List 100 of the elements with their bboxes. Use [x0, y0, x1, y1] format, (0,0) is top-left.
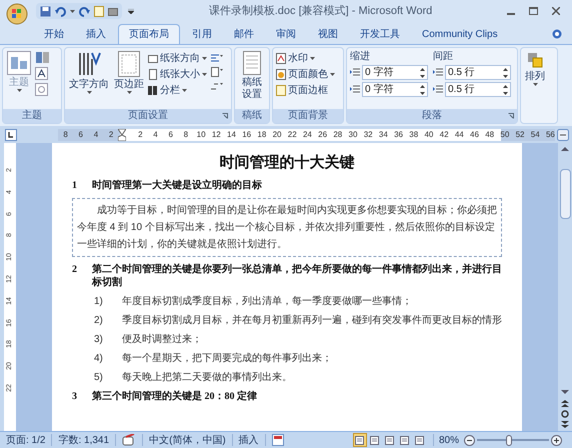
ribbon-tab[interactable]: 页面布局: [118, 24, 180, 44]
ribbon-tab[interactable]: 引用: [182, 24, 222, 44]
redo-icon[interactable]: [79, 6, 90, 16]
language-indicator[interactable]: 中文(简体，中国): [143, 432, 232, 448]
zoom-level[interactable]: 80%: [434, 432, 464, 448]
spin-field[interactable]: 0 字符: [362, 65, 428, 80]
ruler-number: 40: [423, 131, 434, 139]
customize-menu-icon[interactable]: [128, 8, 134, 14]
heading-number: 1: [72, 179, 78, 192]
indent-right-icon: [350, 84, 360, 94]
list-number: 4): [94, 352, 104, 365]
undo-icon[interactable]: [55, 6, 66, 16]
spin-arrows-icon[interactable]: [503, 68, 508, 78]
ruler-number: 32: [362, 131, 374, 139]
scroll-down-icon[interactable]: [560, 388, 570, 396]
ribbon-button[interactable]: 纸张大小: [148, 67, 207, 82]
word-count[interactable]: 字数: 1,341: [52, 432, 116, 448]
orientation-icon: [148, 53, 158, 64]
body-paragraph: 成功等于目标，时间管理的目的是让你在最短时间内实现更多你想要实现的目标；你必须把今年度 4 到 10 个目标写出来，找出一个核心目标，并依次排列重要性，然后依照你的目标设定一些详细的计划，你的关键就是依照计划进行。: [77, 204, 497, 252]
view-button[interactable]: [368, 433, 382, 447]
ribbon-button[interactable]: 纸张方向: [148, 51, 207, 66]
reading-layout-icon: [370, 436, 380, 444]
page-color-icon: [276, 69, 286, 80]
scroll-up-icon[interactable]: [560, 145, 570, 153]
theme-icon: [7, 51, 31, 75]
spin-field[interactable]: 0.5 行: [445, 82, 511, 97]
ribbon-button[interactable]: 水印: [276, 51, 335, 66]
slider-thumb[interactable]: [506, 434, 512, 446]
ribbon-button[interactable]: 页面边框: [276, 83, 335, 98]
ruler-number: 22: [286, 131, 298, 139]
ribbon-button[interactable]: 分栏: [148, 83, 207, 98]
ribbon-tab[interactable]: 视图: [308, 24, 348, 44]
spin-field[interactable]: 0.5 行: [445, 65, 511, 80]
spin-arrows-icon[interactable]: [420, 68, 425, 78]
list-number: 5): [94, 371, 104, 384]
indent-marker-icon[interactable]: [118, 129, 126, 141]
ruler-number: 8: [62, 131, 69, 139]
spin-arrows-icon[interactable]: [420, 84, 425, 94]
view-button[interactable]: [352, 433, 367, 447]
view-button[interactable]: [398, 433, 412, 447]
scrollbar-thumb[interactable]: [560, 169, 570, 219]
previous-page-icon[interactable]: [560, 399, 570, 407]
dialog-launcher-icon[interactable]: [508, 113, 514, 119]
ribbon-button[interactable]: 稿纸设置: [238, 51, 266, 101]
printer-icon[interactable]: [108, 6, 118, 16]
web-layout-icon: [385, 436, 394, 444]
ribbon-tab[interactable]: 开发工具: [350, 24, 410, 44]
zoom-out-icon[interactable]: [464, 434, 475, 446]
ruler-number: 54: [530, 131, 541, 139]
watermark-icon: [276, 53, 286, 64]
document-icon[interactable]: [94, 6, 104, 16]
text-box[interactable]: 成功等于目标，时间管理的目的是让你在最短时间内实现更多你想要实现的目标；你必须把今年度 4 到 10 个目标写出来，找出一个核心目标，并依次排列重要性，然后依照你的目标设定一些详细的计划，你的关键就是依照计划进行。: [72, 198, 502, 257]
ruler-number: 14: [226, 131, 237, 139]
line-numbers-icon[interactable]: [210, 67, 224, 77]
theme-colors-icon[interactable]: [35, 51, 51, 64]
ribbon-button[interactable]: 文字方向: [68, 51, 110, 94]
caret-icon: [202, 73, 207, 76]
tab-selector-icon[interactable]: [5, 129, 17, 141]
heading-number: 2: [72, 263, 78, 277]
ruler-number: 56: [544, 131, 556, 139]
ribbon-button[interactable]: 页面颜色: [276, 67, 335, 82]
insert-mode-indicator[interactable]: 插入: [232, 432, 265, 448]
ruler-number: 18: [256, 131, 268, 139]
caret-icon: [182, 89, 187, 92]
macro-record-icon[interactable]: [272, 434, 284, 446]
view-button[interactable]: [412, 433, 427, 447]
page-breaks-icon[interactable]: [210, 53, 224, 63]
zoom-slider[interactable]: [477, 434, 549, 446]
ribbon-button[interactable]: 页边距: [113, 51, 145, 94]
ribbon-tab[interactable]: 审阅: [266, 24, 306, 44]
help-icon[interactable]: [552, 29, 562, 39]
ribbon-tab[interactable]: 开始: [34, 24, 74, 44]
browse-object-icon[interactable]: [560, 410, 570, 418]
spacing-before-icon: [433, 68, 443, 78]
columns-icon: [148, 85, 158, 96]
draft-view-icon: [415, 436, 424, 444]
spin-arrows-icon[interactable]: [503, 84, 508, 94]
save-icon[interactable]: [40, 6, 51, 16]
ribbon-tab[interactable]: Community Clips: [412, 24, 508, 44]
indent-left-icon: [350, 68, 360, 78]
theme-fonts-icon[interactable]: [35, 67, 51, 80]
heading-number: 3: [72, 390, 78, 403]
section-label: 缩进: [350, 51, 371, 63]
spin-field[interactable]: 0 字符: [362, 82, 428, 97]
close-icon[interactable]: [552, 7, 560, 15]
ribbon-tab[interactable]: 邮件: [224, 24, 264, 44]
next-page-icon[interactable]: [560, 421, 570, 429]
maximize-icon[interactable]: [529, 7, 538, 15]
ruler-number: 16: [241, 131, 252, 139]
zoom-in-icon[interactable]: [551, 434, 562, 446]
caret-icon: [16, 89, 22, 92]
view-button[interactable]: [382, 433, 397, 447]
page-count[interactable]: 页面: 1/2: [0, 432, 52, 448]
group-label: 页面背景: [288, 111, 328, 121]
outline-view-icon: [400, 436, 410, 444]
group-label: 主题: [22, 111, 42, 121]
proofing-icon[interactable]: [122, 434, 136, 446]
ribbon-tab[interactable]: 插入: [76, 24, 116, 44]
dialog-launcher-icon[interactable]: [222, 113, 228, 119]
ruler-number: 4: [92, 131, 100, 139]
